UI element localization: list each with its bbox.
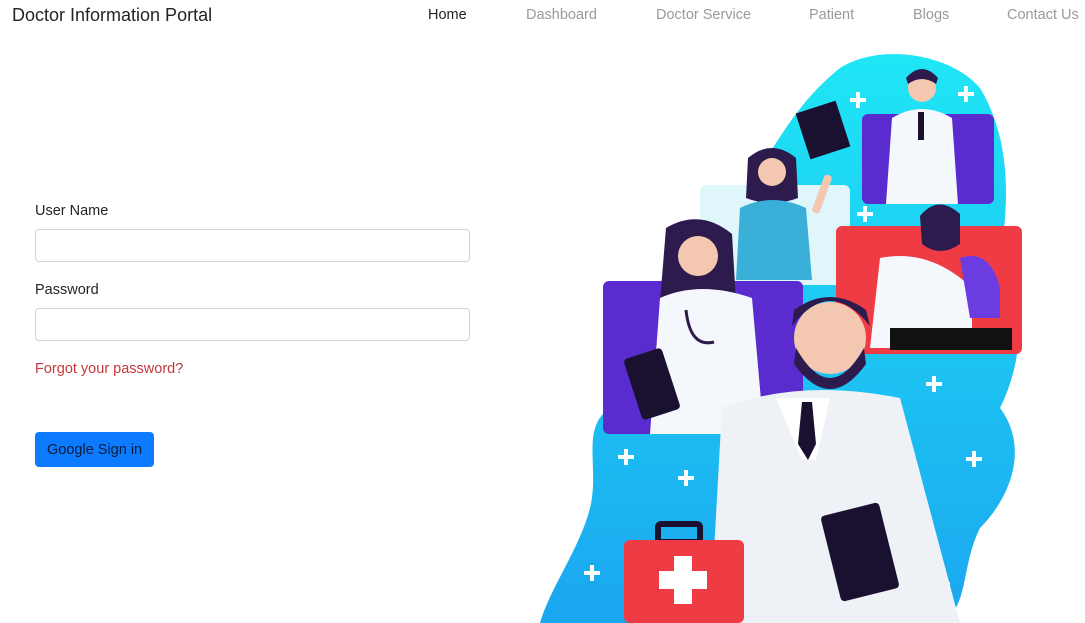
doctors-group-illustration	[540, 54, 1022, 623]
nav-home[interactable]: Home	[428, 7, 467, 23]
brand-title[interactable]: Doctor Information Portal	[12, 5, 212, 26]
username-input[interactable]	[35, 229, 470, 262]
top-navbar: Doctor Information Portal Home Dashboard…	[0, 0, 1085, 34]
nav-dashboard[interactable]: Dashboard	[526, 7, 597, 23]
password-label: Password	[35, 282, 99, 298]
nav-contact-us[interactable]: Contact Us	[1007, 7, 1079, 23]
nav-blogs[interactable]: Blogs	[913, 7, 949, 23]
nav-patient[interactable]: Patient	[809, 7, 854, 23]
forgot-password-link[interactable]: Forgot your password?	[35, 361, 183, 377]
nav-doctor-service[interactable]: Doctor Service	[656, 7, 751, 23]
google-sign-in-button[interactable]: Google Sign in	[35, 432, 155, 467]
password-input[interactable]	[35, 308, 470, 341]
username-label: User Name	[35, 203, 109, 219]
